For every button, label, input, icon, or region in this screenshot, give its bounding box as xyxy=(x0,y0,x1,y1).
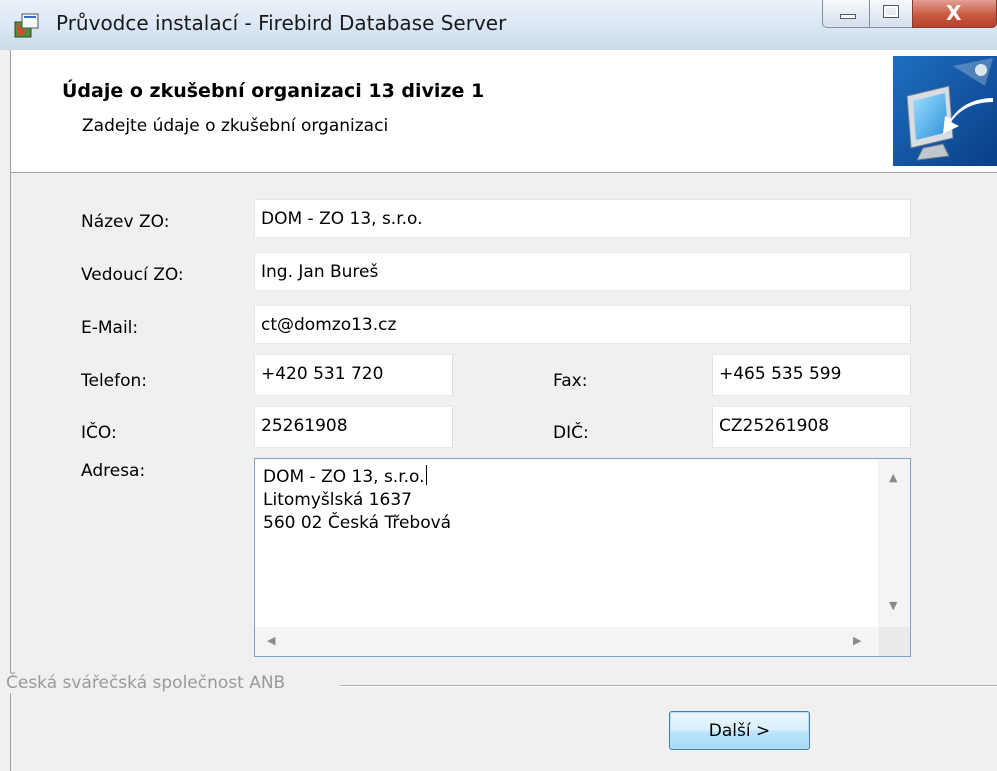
dic-input[interactable]: CZ25261908 xyxy=(712,406,911,448)
footer-group-label: Česká svářečská společnost ANB xyxy=(6,673,292,693)
nazev-input[interactable]: DOM - ZO 13, s.r.o. xyxy=(254,199,911,238)
computer-monitor-icon xyxy=(893,56,997,166)
window-title: Průvodce instalací - Firebird Database S… xyxy=(56,11,507,35)
minimize-button[interactable] xyxy=(822,0,870,28)
email-input[interactable]: ct@domzo13.cz xyxy=(254,305,911,344)
adresa-text: DOM - ZO 13, s.r.o. Litomyšlská 1637 560 0… xyxy=(263,465,451,535)
telefon-label: Telefon: xyxy=(81,371,148,391)
installer-window: Průvodce instalací - Firebird Database S… xyxy=(0,0,997,771)
footer-divider xyxy=(340,685,997,687)
ico-label: IČO: xyxy=(81,423,117,443)
minimize-icon xyxy=(840,14,856,19)
adresa-line-1: DOM - ZO 13, s.r.o. xyxy=(263,465,427,487)
text-caret xyxy=(425,465,427,485)
ico-input[interactable]: 25261908 xyxy=(254,406,453,448)
vedouci-label: Vedoucí ZO: xyxy=(81,265,184,285)
adresa-line-2: Litomyšlská 1637 xyxy=(263,490,412,510)
adresa-textarea[interactable]: DOM - ZO 13, s.r.o. Litomyšlská 1637 560 0… xyxy=(254,458,911,657)
horizontal-scrollbar[interactable]: ◀ ▶ xyxy=(255,627,877,656)
vertical-scrollbar[interactable]: ▲ ▼ xyxy=(878,459,910,627)
wizard-header: Údaje o zkušební organizaci 13 divize 1 … xyxy=(10,50,997,173)
close-button[interactable]: X xyxy=(912,0,997,28)
vedouci-input[interactable]: Ing. Jan Bureš xyxy=(254,252,911,291)
fax-input[interactable]: +465 535 599 xyxy=(712,354,911,396)
scroll-left-icon[interactable]: ◀ xyxy=(267,634,275,647)
fax-label: Fax: xyxy=(553,371,588,391)
scroll-up-icon[interactable]: ▲ xyxy=(889,471,897,484)
telefon-input[interactable]: +420 531 720 xyxy=(254,354,453,396)
dic-label: DIČ: xyxy=(553,423,589,443)
email-label: E-Mail: xyxy=(81,318,139,338)
title-bar[interactable]: Průvodce instalací - Firebird Database S… xyxy=(0,0,997,50)
scrollbar-corner xyxy=(878,627,910,656)
close-icon: X xyxy=(946,1,962,25)
page-subtitle: Zadejte údaje o zkušební organizaci xyxy=(82,116,389,136)
installer-icon xyxy=(14,13,39,38)
adresa-label: Adresa: xyxy=(81,461,146,481)
scroll-right-icon[interactable]: ▶ xyxy=(853,634,861,647)
next-button[interactable]: Další > xyxy=(669,711,810,750)
maximize-button[interactable] xyxy=(869,0,913,28)
page-title: Údaje o zkušební organizaci 13 divize 1 xyxy=(62,80,485,102)
maximize-icon xyxy=(883,5,899,18)
adresa-line-3: 560 02 Česká Třebová xyxy=(263,513,452,533)
scroll-down-icon[interactable]: ▼ xyxy=(889,599,897,612)
nazev-label: Název ZO: xyxy=(81,212,170,232)
